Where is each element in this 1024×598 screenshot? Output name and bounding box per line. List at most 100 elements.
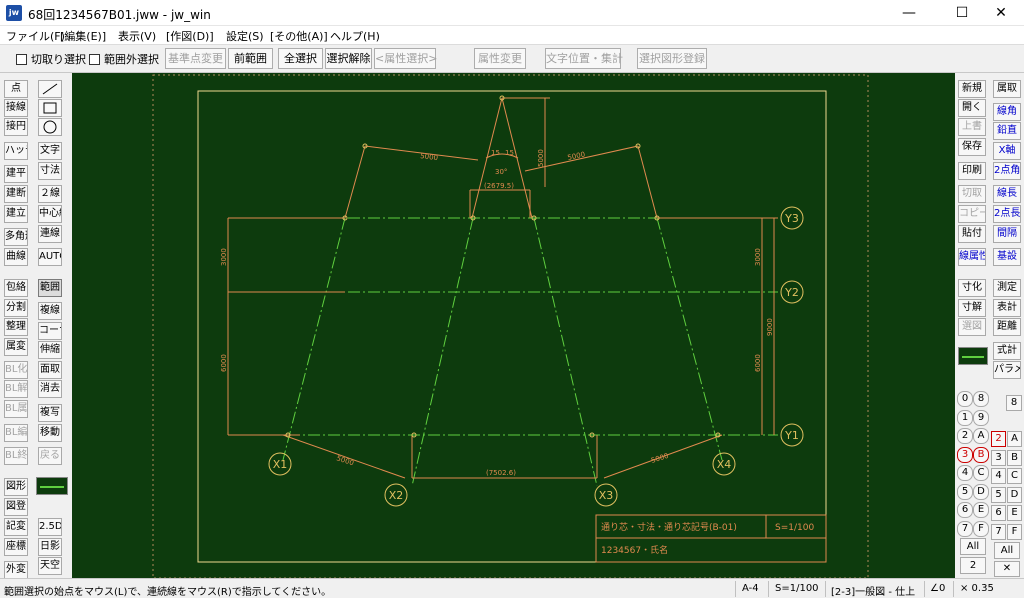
new-file-button[interactable]: 新規 <box>958 80 986 98</box>
copy-line-tool[interactable]: 複線 <box>38 302 62 320</box>
menu-help[interactable]: ヘルプ(H) <box>330 28 380 44</box>
menu-edit[interactable]: [編集(E)] <box>60 28 106 44</box>
block-attribute-tool[interactable]: BL属 <box>4 400 28 418</box>
open-file-button[interactable]: 開く <box>958 99 986 117</box>
layer-group-5[interactable]: 5 <box>957 483 973 500</box>
minimize-button[interactable]: — <box>886 0 932 26</box>
copy-tool[interactable]: 複写 <box>38 404 62 422</box>
layer-b[interactable]: B <box>1007 449 1022 466</box>
paste-button[interactable]: 貼付 <box>958 225 986 243</box>
table-calc-button[interactable]: 表計 <box>993 299 1021 317</box>
external-convert-tool[interactable]: 外変 <box>4 561 28 579</box>
center-line-tool[interactable]: 中心線 <box>38 205 62 223</box>
layer-group-3[interactable]: 3 <box>957 446 973 463</box>
menu-other[interactable]: [その他(A)] <box>270 28 328 44</box>
layer-c[interactable]: C <box>1007 468 1022 484</box>
erase-tool[interactable]: 消去 <box>38 380 62 398</box>
layer-5[interactable]: 5 <box>991 486 1006 503</box>
measure-button[interactable]: 測定 <box>993 279 1021 297</box>
layer-group-e[interactable]: E <box>973 502 989 518</box>
status-paper[interactable]: A-4 <box>742 583 759 594</box>
formula-calc-button[interactable]: 式計 <box>993 342 1021 360</box>
x-axis-button[interactable]: X軸 <box>993 142 1021 160</box>
outside-select-checkbox[interactable]: 範囲外選択 <box>89 51 159 67</box>
block-create-tool[interactable]: BL化 <box>4 361 28 379</box>
status-scale[interactable]: S=1/100 <box>775 583 819 594</box>
move-tool[interactable]: 移動 <box>38 424 62 442</box>
attribute-select-button[interactable]: <属性選択> <box>374 48 437 69</box>
block-release-tool[interactable]: BL解 <box>4 380 28 398</box>
drawing-canvas[interactable]: 通り芯・寸法・通り芯記号(B-01) S=1/100 1234567・氏名 50… <box>72 73 955 579</box>
plan-tool[interactable]: 建平 <box>4 165 28 183</box>
layer-8-button[interactable]: 8 <box>1006 395 1022 411</box>
attribute-convert-tool[interactable]: 属変 <box>4 338 28 356</box>
continuous-line-tool[interactable]: 連線 <box>38 225 62 243</box>
copy-button[interactable]: コピー <box>958 205 986 223</box>
layer-color-swatch[interactable] <box>958 347 988 365</box>
sun-shadow-tool[interactable]: 日影 <box>38 538 62 556</box>
curve-tool[interactable]: 曲線 <box>4 248 28 266</box>
base-setting-button[interactable]: 基設 <box>993 248 1021 266</box>
layer-group-7[interactable]: 7 <box>957 520 973 537</box>
status-zoom[interactable]: × 0.35 <box>960 583 994 594</box>
block-edit-tool[interactable]: BL編 <box>4 424 28 442</box>
save-button[interactable]: 保存 <box>958 138 986 156</box>
parameter-button[interactable]: パラメ <box>993 361 1021 379</box>
corner-tool[interactable]: コーナー <box>38 322 62 340</box>
line-tool[interactable] <box>38 80 62 98</box>
two-point-length-button[interactable]: 2点長 <box>993 205 1021 223</box>
all-layers-button[interactable]: All <box>994 542 1020 559</box>
menu-draw[interactable]: [作図(D)] <box>166 28 214 44</box>
overwrite-button[interactable]: 上書 <box>958 118 986 136</box>
circle-tool[interactable] <box>38 118 62 136</box>
layer-6[interactable]: 6 <box>991 505 1006 521</box>
two-point-angle-button[interactable]: 2点角 <box>993 162 1021 180</box>
layer-group-d[interactable]: D <box>973 483 989 500</box>
attribute-pick-button[interactable]: 属取 <box>993 80 1021 98</box>
layer-group-a[interactable]: A <box>973 428 989 444</box>
section-tool[interactable]: 建断 <box>4 185 28 203</box>
figure-register-tool[interactable]: 図登 <box>4 498 28 516</box>
layer-7[interactable]: 7 <box>991 523 1006 540</box>
status-layer[interactable]: [2-3]一般図 - 仕上 <box>831 583 915 598</box>
hatch-tool[interactable]: ハッチ <box>4 142 28 160</box>
dimension-release-button[interactable]: 寸解 <box>958 299 986 317</box>
layer-group-b[interactable]: B <box>973 446 989 463</box>
text-convert-tool[interactable]: 記変 <box>4 518 28 536</box>
menu-file[interactable]: ファイル(F) <box>6 28 65 44</box>
auto-tool[interactable]: AUTO <box>38 248 62 266</box>
menu-view[interactable]: 表示(V) <box>118 28 156 44</box>
layer-group-4[interactable]: 4 <box>957 465 973 481</box>
envelope-tool[interactable]: 包絡 <box>4 279 28 297</box>
polygon-tool[interactable]: 多角形 <box>4 228 28 246</box>
tangent-tool[interactable]: 接線 <box>4 99 28 117</box>
vertical-button[interactable]: 鉛直 <box>993 122 1021 140</box>
cut-select-checkbox[interactable]: 切取り選択 <box>16 51 86 67</box>
text-position-count-button[interactable]: 文字位置・集計 <box>545 48 623 69</box>
previous-range-button[interactable]: 前範囲 <box>228 48 273 69</box>
sky-factor-tool[interactable]: 天空 <box>38 557 62 575</box>
line-color-swatch[interactable] <box>36 477 68 495</box>
layer-f[interactable]: F <box>1007 523 1022 540</box>
range-tool[interactable]: 範囲 <box>38 279 62 297</box>
point-tool[interactable]: 点 <box>4 80 28 98</box>
coordinate-tool[interactable]: 座標 <box>4 538 28 556</box>
status-angle[interactable]: ∠0 <box>930 583 945 594</box>
undo-tool[interactable]: 戻る <box>38 447 62 465</box>
deselect-button[interactable]: 選択解除 <box>325 48 372 69</box>
dimension-tool[interactable]: 寸法 <box>38 162 62 180</box>
figure-tool[interactable]: 図形 <box>4 478 28 496</box>
attribute-change-button[interactable]: 属性変更 <box>474 48 526 69</box>
layer-e[interactable]: E <box>1007 505 1022 521</box>
line-length-button[interactable]: 線長 <box>993 185 1021 203</box>
dimension-convert-button[interactable]: 寸化 <box>958 279 986 297</box>
text-tool[interactable]: 文字 <box>38 142 62 160</box>
register-selected-figure-button[interactable]: 選択図形登録 <box>637 48 707 69</box>
all-groups-button[interactable]: All <box>960 538 986 555</box>
close-button[interactable]: ✕ <box>978 0 1024 26</box>
divide-tool[interactable]: 分割 <box>4 299 28 317</box>
rectangle-tool[interactable] <box>38 99 62 117</box>
line-attribute-button[interactable]: 線属性 <box>958 248 986 266</box>
layer-group-c[interactable]: C <box>973 465 989 481</box>
organize-tool[interactable]: 整理 <box>4 318 28 336</box>
